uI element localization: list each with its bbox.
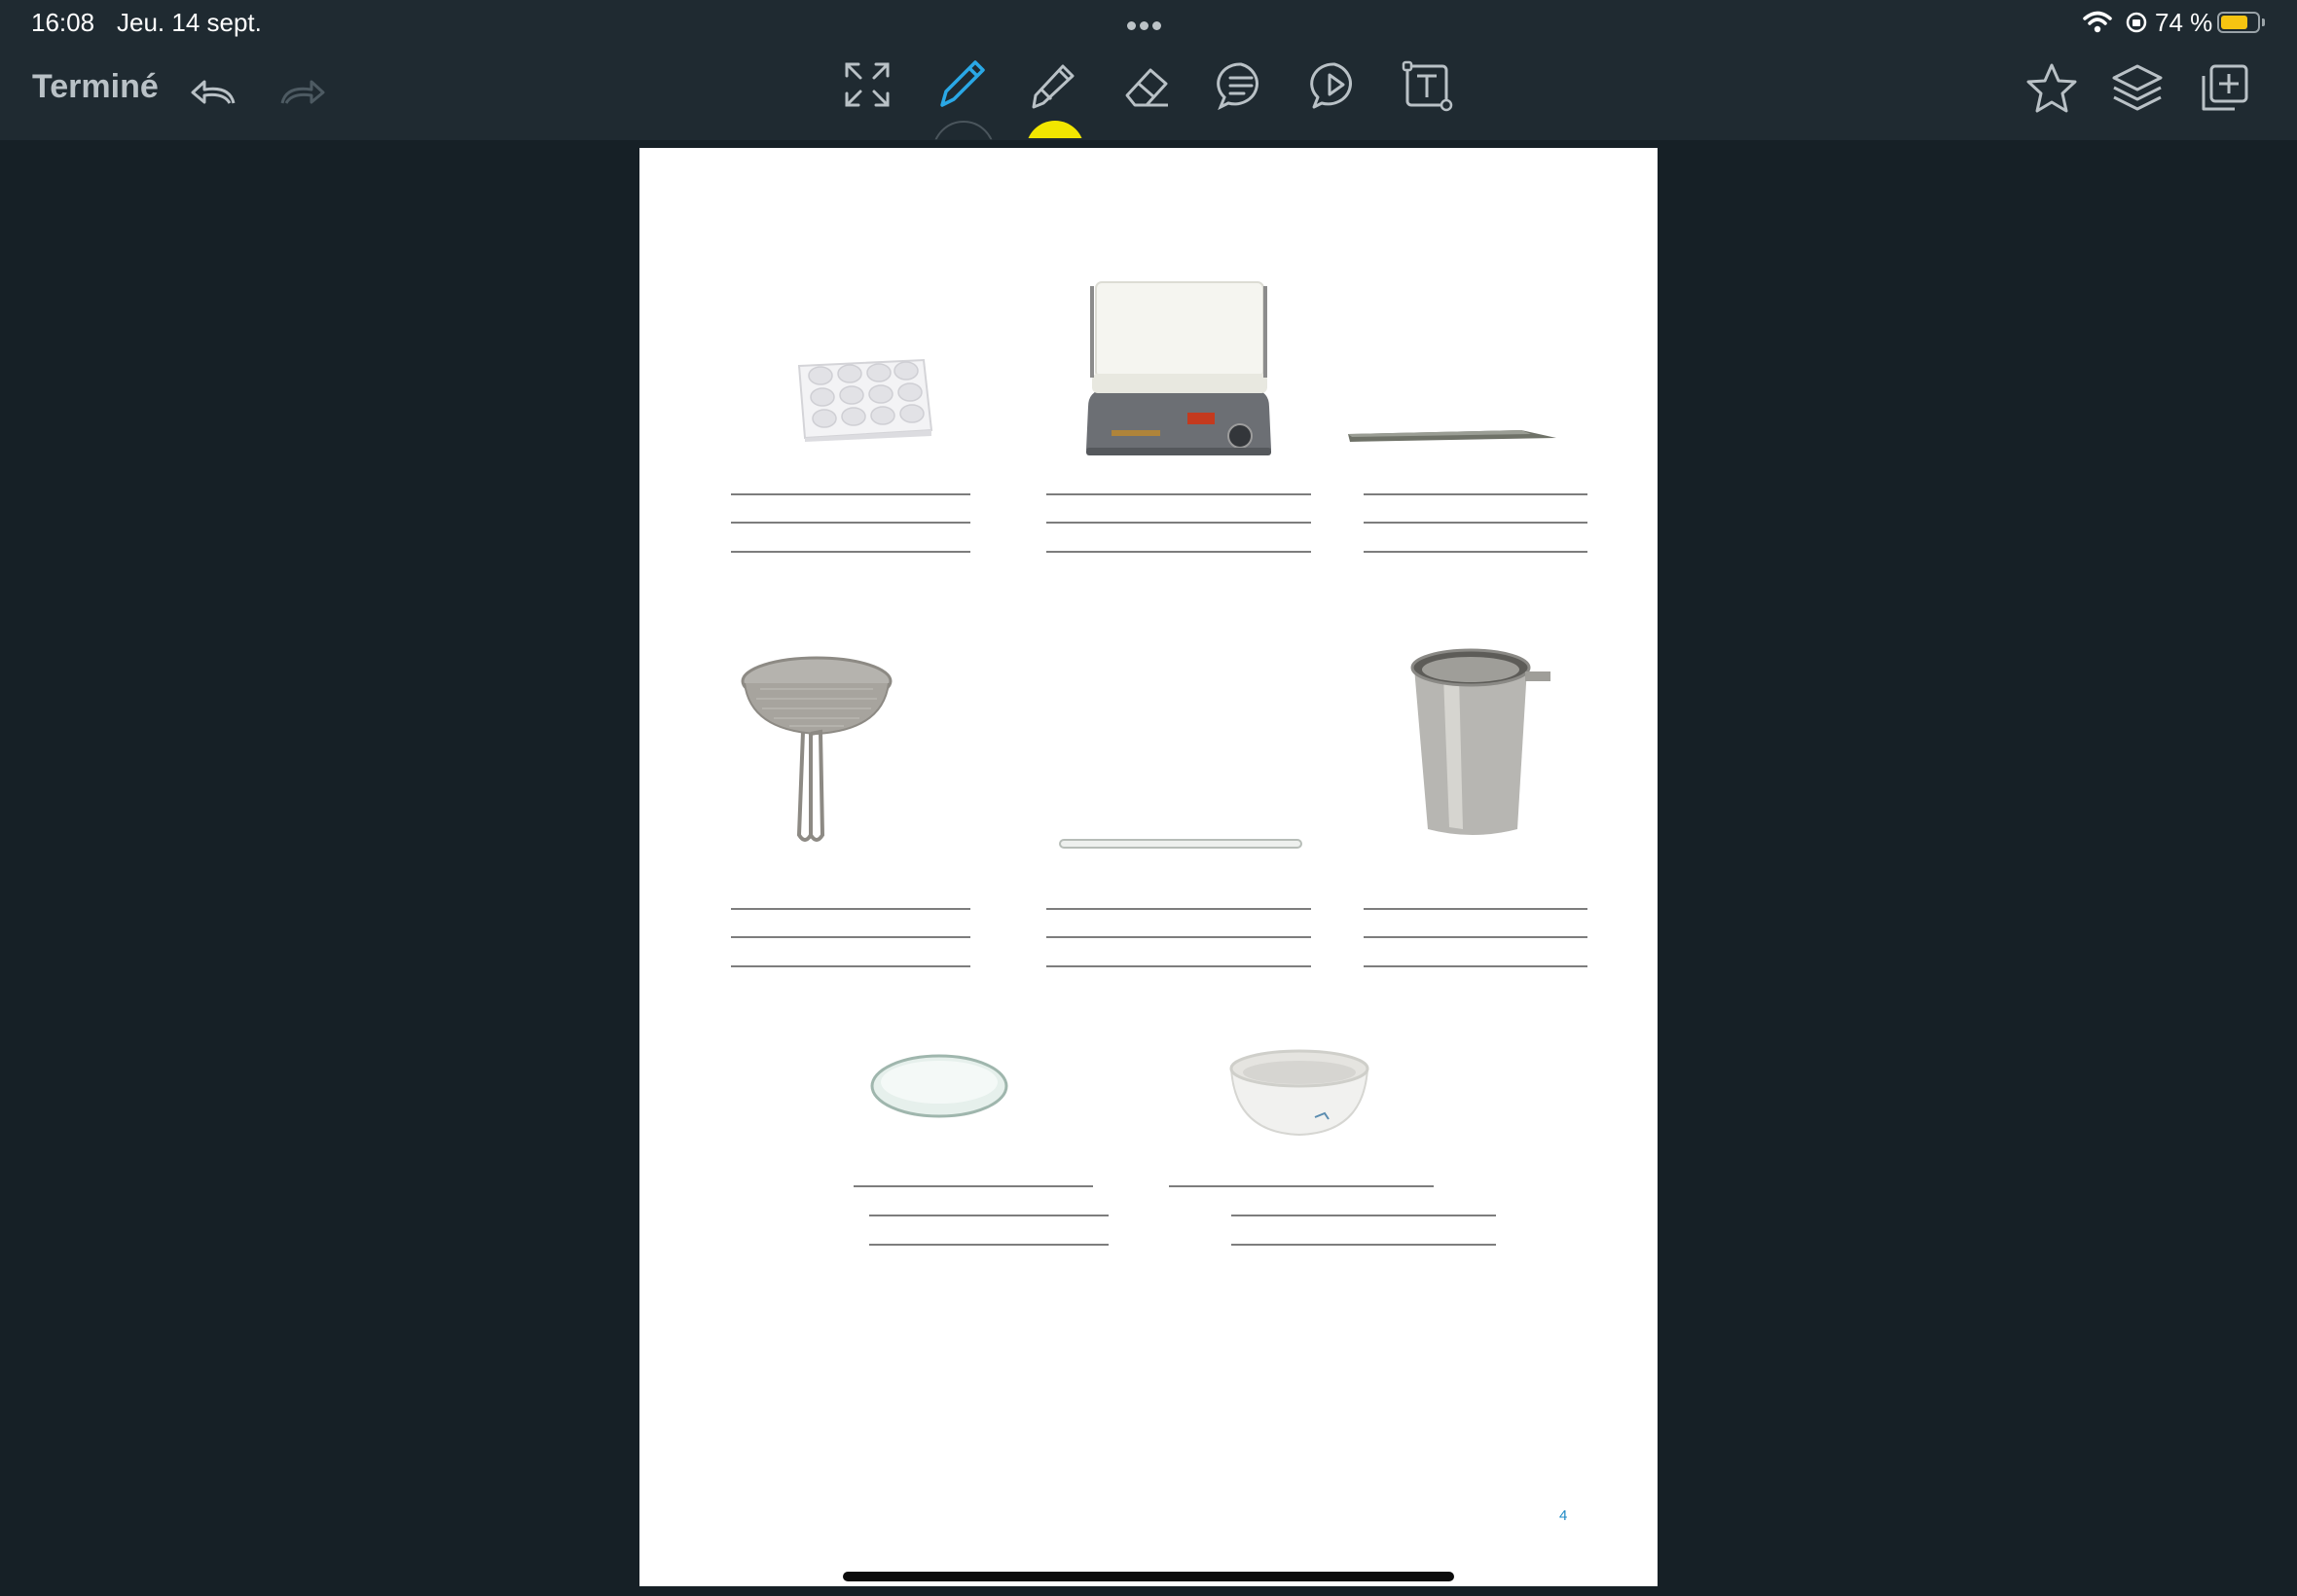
answer-line[interactable] (869, 1244, 1109, 1246)
answer-lines-evaporating-dish[interactable] (1169, 1185, 1500, 1248)
sieve-image (741, 656, 893, 842)
answer-line[interactable] (1046, 965, 1311, 967)
answer-line[interactable] (1046, 522, 1311, 524)
layers-icon[interactable] (2110, 62, 2165, 115)
metal-beaker-image (1410, 648, 1550, 835)
answer-line[interactable] (869, 1215, 1109, 1216)
answer-line[interactable] (1046, 936, 1311, 938)
play-icon[interactable] (1308, 60, 1361, 113)
answer-lines-metal-spatula[interactable] (1364, 493, 1587, 556)
document-page[interactable]: 4 (639, 148, 1658, 1586)
answer-line[interactable] (731, 908, 970, 910)
answer-lines-watch-glass[interactable] (854, 1185, 1112, 1248)
answer-line[interactable] (1046, 493, 1311, 495)
answer-line[interactable] (731, 936, 970, 938)
battery-cap (2262, 18, 2265, 26)
pen-icon[interactable] (934, 56, 989, 113)
hot-plate-image (1086, 281, 1271, 455)
evaporating-dish-image (1229, 1049, 1369, 1137)
add-page-icon[interactable] (2198, 62, 2250, 115)
redo-icon[interactable] (276, 76, 325, 111)
answer-line[interactable] (1231, 1244, 1496, 1246)
glass-rod-image (1059, 839, 1302, 849)
multitasking-dots-icon[interactable] (1125, 18, 1163, 35)
comment-icon[interactable] (1215, 60, 1267, 113)
answer-line[interactable] (1046, 551, 1311, 553)
answer-line[interactable] (1364, 493, 1587, 495)
undo-icon[interactable] (191, 76, 239, 111)
status-bar: 16:08 Jeu. 14 sept. 74 % (0, 0, 2297, 49)
battery-percent: 74 % (2155, 8, 2213, 37)
fullscreen-icon[interactable] (843, 60, 892, 109)
answer-lines-metal-beaker[interactable] (1364, 908, 1587, 970)
answer-line[interactable] (1169, 1185, 1434, 1187)
date: Jeu. 14 sept. (117, 8, 262, 37)
highlighter-icon[interactable] (1026, 56, 1080, 113)
page-number: 4 (1559, 1507, 1568, 1524)
spot-plate-image (797, 358, 933, 442)
answer-line[interactable] (1364, 908, 1587, 910)
clock: 16:08 (31, 8, 95, 37)
answer-line[interactable] (731, 522, 970, 524)
toolbar: Terminé (0, 49, 2297, 140)
home-indicator[interactable] (843, 1572, 1454, 1581)
answer-line[interactable] (1364, 551, 1587, 553)
answer-line[interactable] (1231, 1215, 1496, 1216)
answer-line[interactable] (1364, 522, 1587, 524)
answer-lines-spot-plate[interactable] (731, 493, 970, 556)
answer-line[interactable] (1046, 908, 1311, 910)
star-icon[interactable] (2024, 62, 2079, 115)
text-box-icon[interactable] (1402, 60, 1454, 113)
wifi-icon (2083, 11, 2112, 33)
watch-glass-image (870, 1054, 1008, 1118)
answer-lines-sieve[interactable] (731, 908, 970, 970)
answer-lines-glass-rod[interactable] (1046, 908, 1311, 970)
answer-line[interactable] (731, 551, 970, 553)
answer-line[interactable] (731, 493, 970, 495)
answer-line[interactable] (1364, 965, 1587, 967)
answer-line[interactable] (1364, 936, 1587, 938)
answer-line[interactable] (854, 1185, 1093, 1187)
done-button[interactable]: Terminé (32, 68, 159, 106)
metal-spatula-image (1348, 430, 1556, 442)
battery-level (2221, 16, 2247, 29)
battery-icon (2217, 12, 2260, 33)
orientation-lock-icon (2126, 12, 2147, 33)
answer-line[interactable] (731, 965, 970, 967)
eraser-icon[interactable] (1121, 60, 1174, 113)
answer-lines-hot-plate[interactable] (1046, 493, 1311, 556)
